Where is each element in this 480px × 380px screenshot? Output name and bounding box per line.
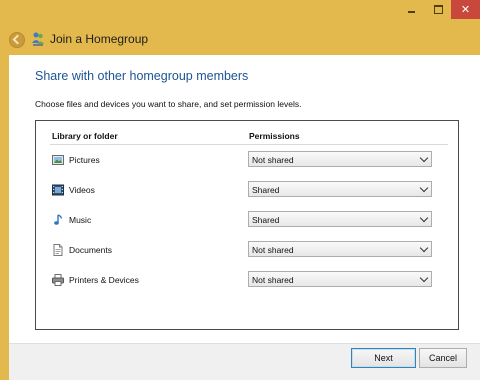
videos-permission-dropdown[interactable]: Shared [248, 181, 432, 197]
chevron-down-icon [419, 183, 429, 193]
printers-permission-dropdown[interactable]: Not shared [248, 271, 432, 287]
navigation-bar: Join a Homegroup [0, 25, 480, 53]
maximize-icon [433, 5, 443, 14]
list-item-printers-devices: Printers & Devices Not shared [36, 271, 458, 291]
column-header-permissions: Permissions [249, 131, 300, 141]
printers-icon [52, 274, 64, 286]
minimize-icon [408, 11, 415, 13]
selected-value: Shared [252, 215, 280, 225]
selected-value: Not shared [252, 245, 294, 255]
list-item-pictures: Pictures Not shared [36, 151, 458, 171]
item-label: Music [69, 215, 92, 225]
selected-value: Not shared [252, 155, 294, 165]
window-title: Join a Homegroup [50, 32, 149, 46]
videos-icon [52, 184, 64, 196]
close-icon: ✕ [460, 3, 471, 16]
pictures-permission-dropdown[interactable]: Not shared [248, 151, 432, 167]
page-heading: Share with other homegroup members [35, 69, 249, 83]
library-permissions-list: Library or folder Permissions Pictures N… [35, 120, 459, 330]
selected-value: Shared [252, 185, 280, 195]
header-divider [50, 144, 448, 145]
next-button[interactable]: Next [351, 348, 416, 368]
title-bar: ✕ [0, 0, 480, 24]
documents-icon [53, 244, 63, 256]
maximize-button[interactable] [425, 0, 451, 19]
column-header-library: Library or folder [52, 131, 118, 141]
chevron-down-icon [419, 153, 429, 163]
cancel-button[interactable]: Cancel [419, 348, 467, 368]
chevron-down-icon [419, 273, 429, 283]
item-label: Documents [69, 245, 112, 255]
item-label: Pictures [69, 155, 100, 165]
item-label: Printers & Devices [69, 275, 139, 285]
list-item-videos: Videos Shared [36, 181, 458, 201]
chevron-down-icon [419, 243, 429, 253]
back-arrow-icon[interactable] [9, 32, 25, 48]
list-item-documents: Documents Not shared [36, 241, 458, 261]
music-permission-dropdown[interactable]: Shared [248, 211, 432, 227]
selected-value: Not shared [252, 275, 294, 285]
homegroup-icon [32, 32, 44, 46]
list-item-music: Music Shared [36, 211, 458, 231]
documents-permission-dropdown[interactable]: Not shared [248, 241, 432, 257]
item-label: Videos [69, 185, 95, 195]
instruction-text: Choose files and devices you want to sha… [35, 99, 302, 109]
music-icon [54, 214, 63, 225]
pictures-icon [52, 155, 64, 165]
close-button[interactable]: ✕ [451, 0, 480, 19]
chevron-down-icon [419, 213, 429, 223]
minimize-button[interactable] [398, 0, 425, 19]
